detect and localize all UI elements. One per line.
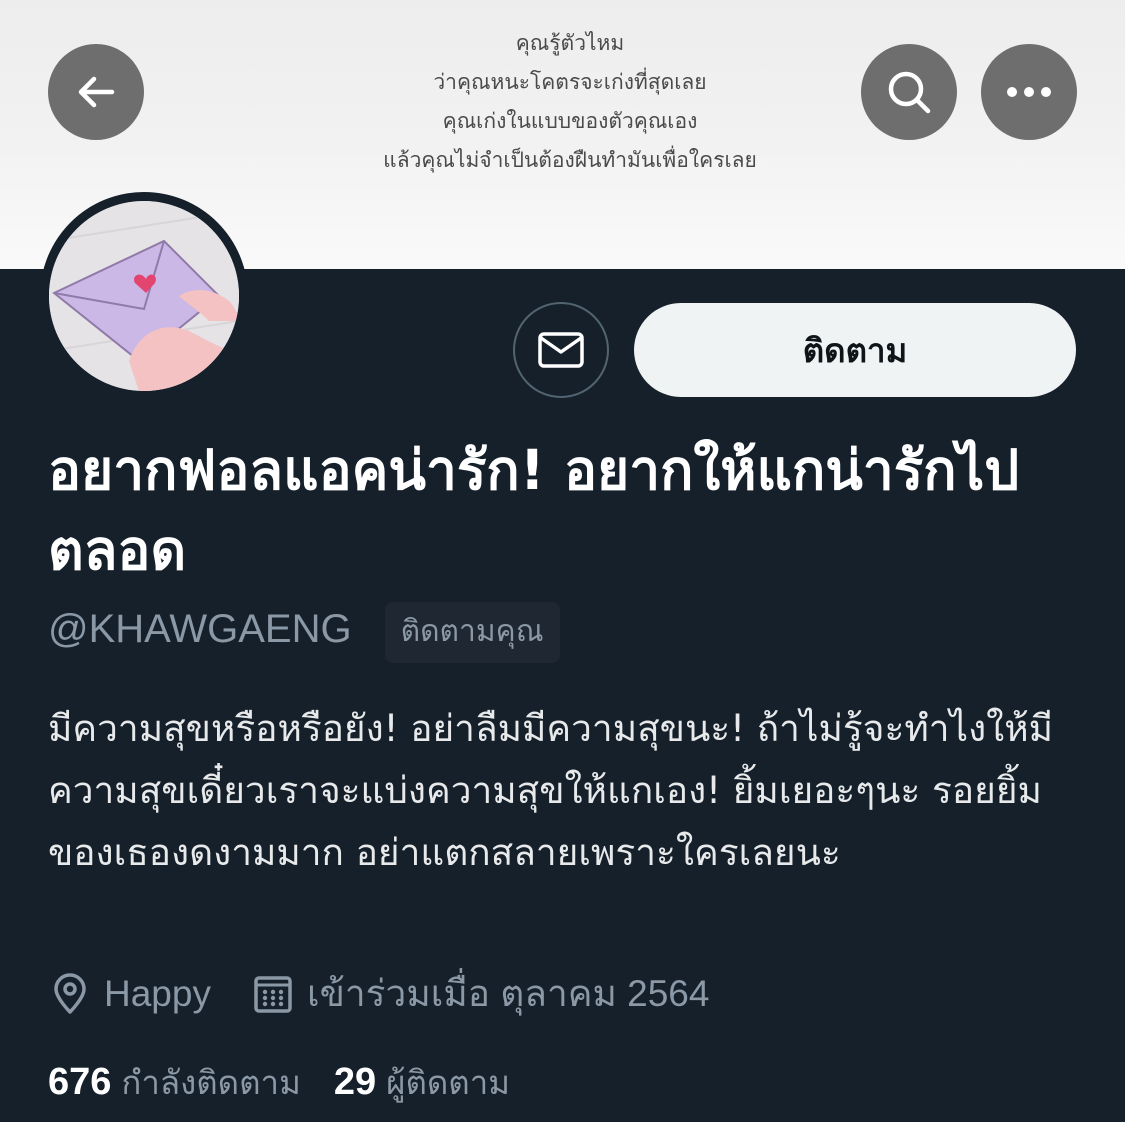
calendar-icon (254, 975, 292, 1013)
join-date-text: เข้าร่วมเมื่อ ตุลาคม 2564 (306, 973, 710, 1014)
display-name: อยากฟอลแอคน่ารัก! อยากให้แกน่ารักไปตลอด (48, 438, 1020, 582)
follows-you-badge: ติดตามคุณ (384, 602, 560, 663)
more-dots-icon (1007, 87, 1051, 97)
follow-stats: 676 กำลังติดตาม 29 ผู้ติดตาม (48, 1056, 510, 1109)
search-icon (888, 71, 931, 114)
handle-row: @KHAWGAENG ติดตามคุณ (48, 596, 560, 663)
followers-stat[interactable]: 29 ผู้ติดตาม (334, 1056, 510, 1109)
more-button[interactable] (981, 44, 1077, 140)
avatar[interactable] (40, 192, 248, 400)
banner-quote-line: แล้วคุณไม่จำเป็นต้องฝืนทำมันเพื่อใครเลย (383, 148, 757, 172)
following-label: กำลังติดตาม (121, 1063, 301, 1102)
location-text: Happy (104, 972, 211, 1014)
following-stat[interactable]: 676 กำลังติดตาม (48, 1056, 301, 1109)
profile-meta: Happy เข้าร่วมเมื่อ ตุลาคม 2564 (50, 964, 709, 1023)
banner-quote: คุณรู้ตัวไหม ว่าคุณหนะโคตรจะเก่งที่สุดเล… (0, 24, 1125, 180)
followers-count: 29 (333, 1061, 377, 1103)
join-date: เข้าร่วมเมื่อ ตุลาคม 2564 (253, 964, 710, 1023)
location: Happy (50, 973, 211, 1015)
back-button[interactable] (48, 44, 144, 140)
envelope-icon (538, 332, 584, 368)
message-button[interactable] (513, 302, 609, 398)
followers-label: ผู้ติดตาม (386, 1063, 511, 1102)
follow-button[interactable]: ติดตาม (634, 303, 1076, 397)
user-handle: @KHAWGAENG (48, 607, 352, 651)
banner-quote-line: คุณรู้ตัวไหม (515, 31, 625, 55)
following-count: 676 (48, 1061, 112, 1103)
search-button[interactable] (861, 44, 957, 140)
banner-quote-line: คุณเก่งในแบบของตัวคุณเอง (442, 109, 698, 133)
location-pin-icon (54, 972, 86, 1014)
arrow-left-icon (78, 76, 115, 108)
avatar-image (49, 201, 239, 391)
profile-bio: มีความสุขหรือหรือยัง! อย่าลืมมีความสุขนะ… (48, 707, 1054, 874)
